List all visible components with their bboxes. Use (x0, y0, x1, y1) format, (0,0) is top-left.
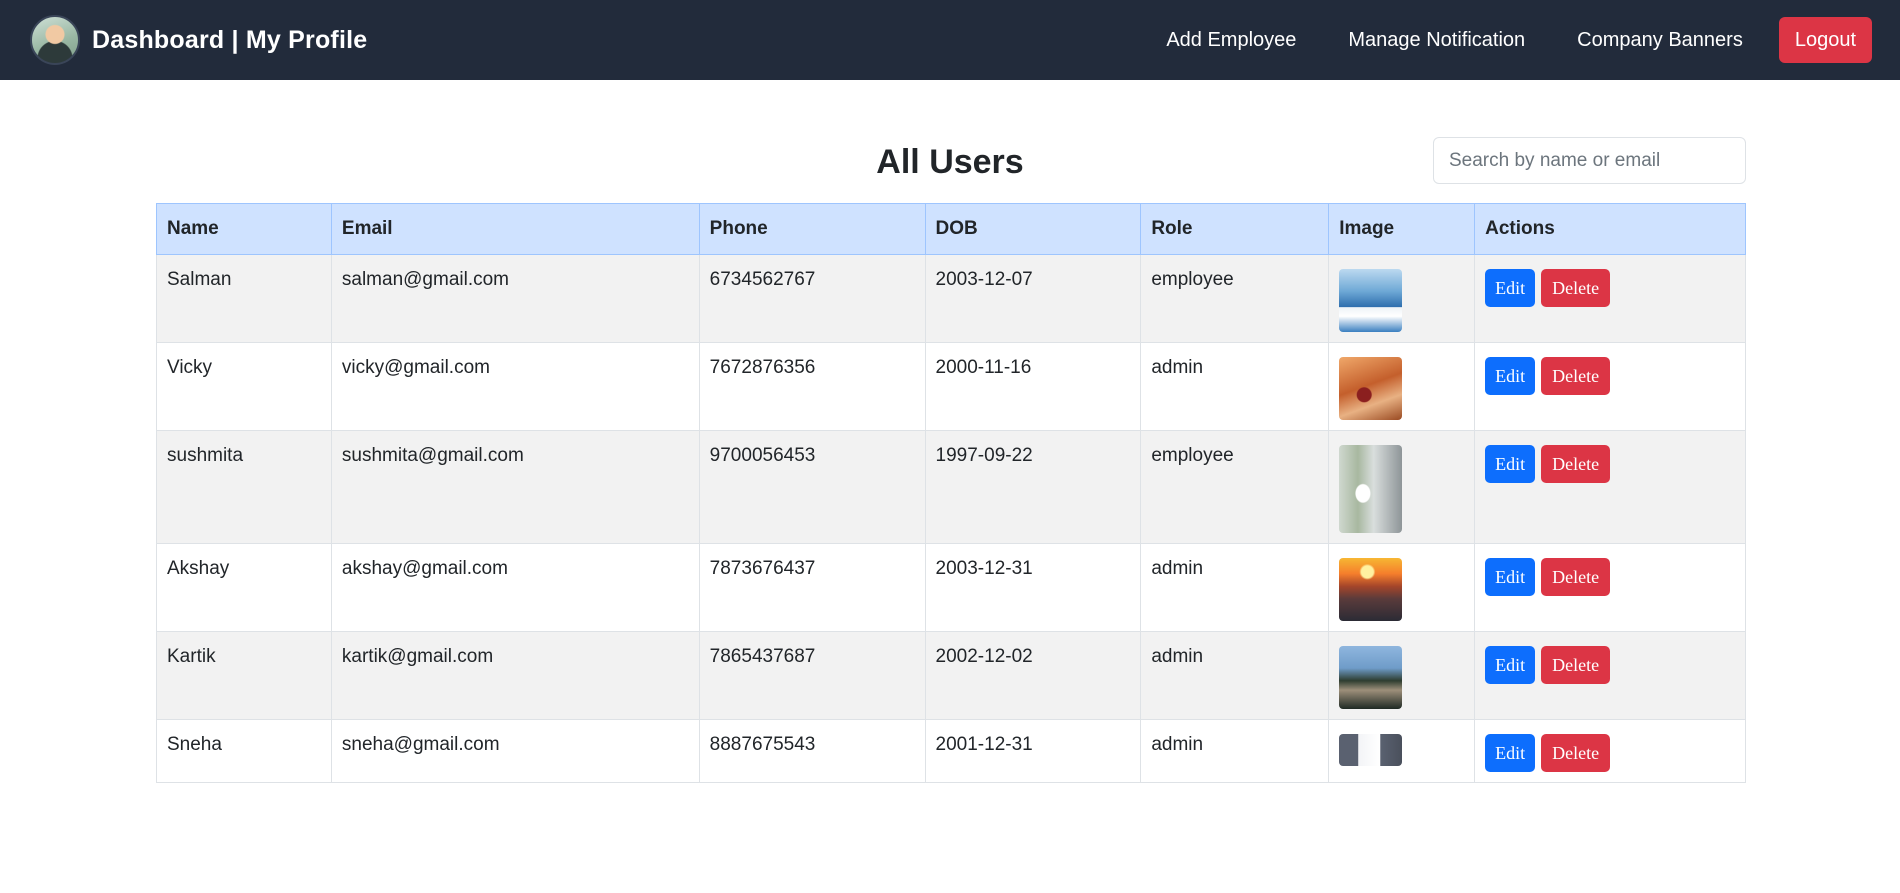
user-image (1339, 558, 1403, 621)
cell-email: vicky@gmail.com (330, 342, 700, 431)
cell-role: employee (1140, 254, 1330, 343)
delete-button[interactable]: Delete (1541, 269, 1611, 307)
cell-phone: 8887675543 (698, 719, 926, 783)
cell-actions: Edit Delete (1474, 254, 1746, 343)
cell-email: sneha@gmail.com (330, 719, 700, 783)
cell-image (1328, 342, 1476, 431)
nav-links: Add Employee Manage Notification Company… (1166, 17, 1872, 63)
cell-email: sushmita@gmail.com (330, 430, 700, 544)
delete-button[interactable]: Delete (1541, 357, 1611, 395)
cell-role: admin (1140, 631, 1330, 720)
nav-add-employee[interactable]: Add Employee (1166, 29, 1296, 52)
delete-button[interactable]: Delete (1541, 558, 1611, 596)
cell-role: admin (1140, 342, 1330, 431)
cell-role: admin (1140, 543, 1330, 632)
header-email: Email (330, 203, 700, 255)
table-row: Salman salman@gmail.com 6734562767 2003-… (156, 254, 1746, 343)
cell-phone: 7672876356 (698, 342, 926, 431)
cell-name: sushmita (156, 430, 332, 544)
edit-button[interactable]: Edit (1485, 445, 1536, 483)
cell-role: admin (1140, 719, 1330, 783)
cell-image (1328, 254, 1476, 343)
top-navbar: Dashboard | My Profile Add Employee Mana… (0, 0, 1900, 80)
user-image (1339, 269, 1403, 332)
delete-button[interactable]: Delete (1541, 445, 1611, 483)
edit-button[interactable]: Edit (1485, 558, 1536, 596)
edit-button[interactable]: Edit (1485, 646, 1536, 684)
cell-phone: 9700056453 (698, 430, 926, 544)
header-role: Role (1140, 203, 1330, 255)
cell-role: employee (1140, 430, 1330, 544)
cell-dob: 2003-12-31 (924, 543, 1142, 632)
delete-button[interactable]: Delete (1541, 734, 1611, 772)
table-row: Akshay akshay@gmail.com 7873676437 2003-… (156, 543, 1746, 632)
cell-name: Vicky (156, 342, 332, 431)
cell-email: akshay@gmail.com (330, 543, 700, 632)
header-actions: Actions (1474, 203, 1746, 255)
cell-actions: Edit Delete (1474, 631, 1746, 720)
cell-dob: 2000-11-16 (924, 342, 1142, 431)
cell-name: Kartik (156, 631, 332, 720)
table-header-row: Name Email Phone DOB Role Image Actions (156, 203, 1746, 255)
users-table: Name Email Phone DOB Role Image Actions … (156, 203, 1746, 783)
edit-button[interactable]: Edit (1485, 269, 1536, 307)
header-image: Image (1328, 203, 1476, 255)
table-row: Kartik kartik@gmail.com 7865437687 2002-… (156, 631, 1746, 720)
cell-name: Akshay (156, 543, 332, 632)
table-body: Salman salman@gmail.com 6734562767 2003-… (156, 254, 1746, 783)
cell-actions: Edit Delete (1474, 342, 1746, 431)
cell-actions: Edit Delete (1474, 430, 1746, 544)
header-name: Name (156, 203, 332, 255)
brand[interactable]: Dashboard | My Profile (30, 15, 367, 65)
cell-dob: 2001-12-31 (924, 719, 1142, 783)
user-image (1339, 734, 1403, 766)
cell-phone: 6734562767 (698, 254, 926, 343)
search-input[interactable] (1433, 137, 1746, 184)
edit-button[interactable]: Edit (1485, 734, 1536, 772)
table-header: Name Email Phone DOB Role Image Actions (156, 203, 1746, 255)
table-row: Sneha sneha@gmail.com 8887675543 2001-12… (156, 719, 1746, 783)
table-row: Vicky vicky@gmail.com 7672876356 2000-11… (156, 342, 1746, 431)
nav-manage-notification[interactable]: Manage Notification (1348, 29, 1525, 52)
profile-avatar[interactable] (30, 15, 80, 65)
cell-image (1328, 631, 1476, 720)
dashboard-title[interactable]: Dashboard | My Profile (92, 26, 367, 55)
edit-button[interactable]: Edit (1485, 357, 1536, 395)
delete-button[interactable]: Delete (1541, 646, 1611, 684)
header-phone: Phone (698, 203, 926, 255)
nav-company-banners[interactable]: Company Banners (1577, 29, 1743, 52)
cell-dob: 2003-12-07 (924, 254, 1142, 343)
cell-image (1328, 543, 1476, 632)
cell-name: Salman (156, 254, 332, 343)
cell-actions: Edit Delete (1474, 543, 1746, 632)
logout-button[interactable]: Logout (1778, 17, 1872, 63)
cell-dob: 1997-09-22 (924, 430, 1142, 544)
user-image (1339, 445, 1403, 533)
cell-phone: 7873676437 (698, 543, 926, 632)
user-image (1339, 357, 1403, 420)
cell-name: Sneha (156, 719, 332, 783)
cell-dob: 2002-12-02 (924, 631, 1142, 720)
cell-actions: Edit Delete (1474, 719, 1746, 783)
cell-email: salman@gmail.com (330, 254, 700, 343)
cell-email: kartik@gmail.com (330, 631, 700, 720)
cell-phone: 7865437687 (698, 631, 926, 720)
table-row: sushmita sushmita@gmail.com 9700056453 1… (156, 430, 1746, 544)
cell-image (1328, 719, 1476, 783)
cell-image (1328, 430, 1476, 544)
header-dob: DOB (924, 203, 1142, 255)
user-image (1339, 646, 1403, 709)
